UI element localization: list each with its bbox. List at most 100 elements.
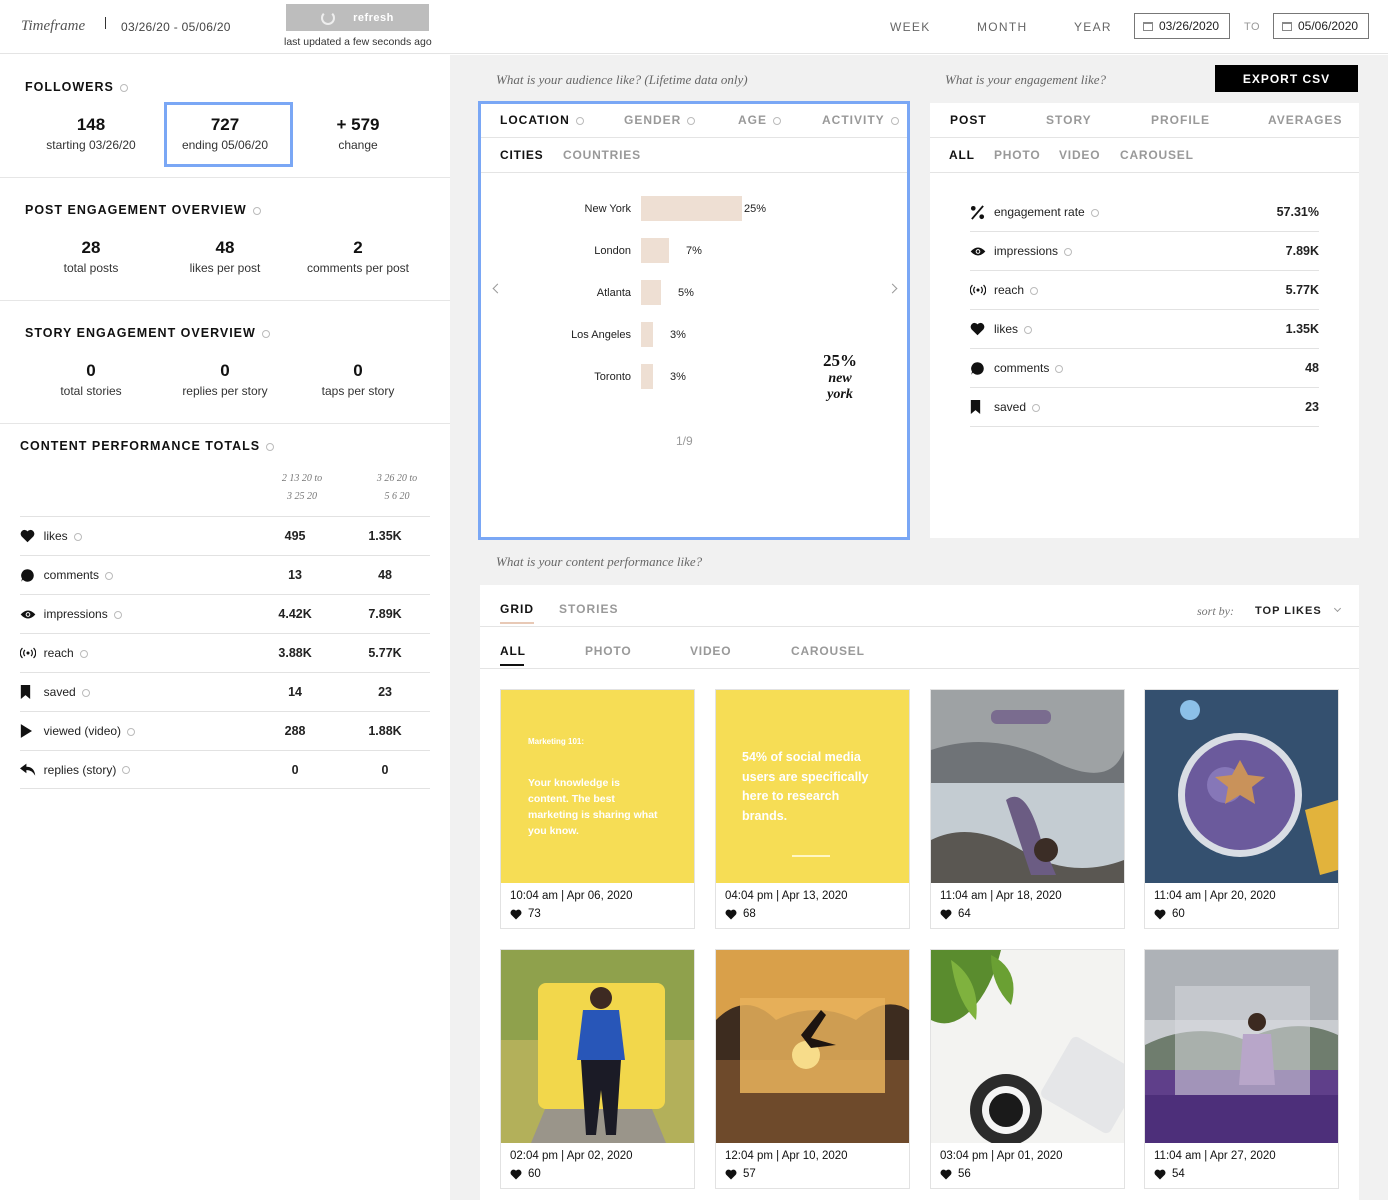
audience-question: What is your audience like? (Lifetime da… [496,72,748,87]
tab-post[interactable]: POST [950,113,987,127]
engagement-row: reach 5.77K [970,271,1319,310]
tab-stories[interactable]: STORIES [559,602,618,616]
post-meta: 02:04 pm | Apr 02, 2020 [510,1150,633,1162]
post-card[interactable]: 03:04 pm | Apr 01, 2020 56 [930,949,1125,1189]
divider [0,300,450,301]
info-icon[interactable] [266,442,275,451]
heart-icon [510,909,522,919]
info-icon[interactable] [1024,325,1033,334]
table-row: comments 13 48 [20,555,430,594]
heart-icon [1154,1169,1166,1179]
engagement-row: saved 23 [970,388,1319,427]
subtab-carousel[interactable]: CAROUSEL [791,644,865,658]
info-icon[interactable] [73,532,82,541]
sort-select[interactable]: TOP LIKES [1255,605,1322,617]
post-meta: 12:04 pm | Apr 10, 2020 [725,1150,848,1162]
engagement-question: What is your engagement like? [945,72,1107,87]
calendar-icon [1143,21,1153,31]
date-from-input[interactable]: 03/26/2020 [1134,13,1230,39]
post-card[interactable]: 11:04 am | Apr 18, 2020 64 [930,689,1125,929]
post-image [501,950,694,1143]
refresh-button[interactable]: refresh [286,4,429,31]
post-card[interactable]: Marketing 101: Your knowledge is content… [500,689,695,929]
heart-icon [940,909,952,919]
post-image: 54% of social media users are specifical… [716,690,909,883]
date-to-value: 05/06/2020 [1298,19,1359,33]
post-card[interactable]: 02:04 pm | Apr 02, 2020 60 [500,949,695,1189]
eye-icon [970,247,986,255]
post-image [716,950,909,1143]
info-icon[interactable] [1064,247,1073,256]
followers-starting: 148 starting 03/26/20 [46,115,136,152]
subtab-carousel[interactable]: CAROUSEL [1120,148,1194,162]
post-text-body: Your knowledge is content. The best mark… [528,777,658,837]
post-meta: 11:04 am | Apr 18, 2020 [940,890,1062,902]
divider [105,17,106,29]
info-icon[interactable] [122,766,131,775]
subtab-all[interactable]: ALL [949,148,975,162]
subtab-all[interactable]: ALL [500,644,526,658]
likes-per-post-stat: 48 likes per post [189,238,261,275]
tab-grid[interactable]: GRID [500,602,534,616]
post-card[interactable]: 54% of social media users are specifical… [715,689,910,929]
date-from-value: 03/26/2020 [1159,19,1220,33]
replies-per-story-stat: 0 replies per story [182,361,268,398]
info-icon[interactable] [81,688,90,697]
post-card[interactable]: 11:04 am | Apr 20, 2020 60 [1144,689,1339,929]
heart-icon [20,529,35,543]
subtab-video[interactable]: VIDEO [690,644,731,658]
date-to-input[interactable]: 05/06/2020 [1273,13,1369,39]
subtab-video[interactable]: VIDEO [1059,148,1100,162]
total-stories-stat: 0 total stories [60,361,122,398]
info-icon[interactable] [79,649,88,658]
period-1-header: 2 13 20 to 3 25 20 [281,473,323,502]
divider [480,668,1359,669]
refresh-icon [321,10,336,25]
highlight-outline [164,102,293,167]
info-icon[interactable] [1055,364,1064,373]
active-subtab-underline [500,664,524,666]
left-panel: FOLLOWERS 148 starting 03/26/20 727 ending… [0,55,450,1200]
divider [480,626,1359,627]
info-icon[interactable] [113,610,122,619]
story-engagement-title: STORY ENGAGEMENT OVERVIEW [25,326,270,340]
info-icon[interactable] [127,727,136,736]
table-row: likes 495 1.35K [20,516,430,555]
info-icon[interactable] [1032,403,1041,412]
post-card[interactable]: 11:04 am | Apr 27, 2020 54 [1144,949,1339,1189]
range-year-button[interactable]: YEAR [1074,20,1112,34]
info-icon[interactable] [1030,286,1039,295]
info-icon[interactable] [105,571,114,580]
post-meta: 10:04 am | Apr 06, 2020 [510,890,633,902]
subtab-photo[interactable]: PHOTO [994,148,1040,162]
post-image [1145,690,1338,883]
post-text-body: 54% of social media users are specifical… [742,750,869,823]
info-icon[interactable] [119,83,128,92]
divider [0,423,450,424]
divider [930,172,1359,173]
info-icon[interactable] [261,329,270,338]
engagement-row: engagement rate 57.31% [970,193,1319,232]
tab-averages[interactable]: AVERAGES [1268,113,1342,127]
timeframe-range: 03/26/20 - 05/06/20 [121,20,231,34]
post-meta: 11:04 am | Apr 27, 2020 [1154,1150,1276,1162]
comments-per-post-stat: 2 comments per post [306,238,410,275]
post-card[interactable]: 12:04 pm | Apr 10, 2020 57 [715,949,910,1189]
engagement-row: likes 1.35K [970,310,1319,349]
followers-section-title: FOLLOWERS [25,80,128,94]
range-week-button[interactable]: WEEK [890,20,931,34]
info-icon[interactable] [1090,208,1099,217]
export-csv-button[interactable]: EXPORT CSV [1215,65,1358,92]
info-icon[interactable] [252,206,261,215]
total-posts-stat: 28 total posts [63,238,119,275]
post-image [931,950,1124,1143]
post-likes: 54 [1154,1168,1185,1180]
tab-profile[interactable]: PROFILE [1151,113,1210,127]
refresh-label: refresh [353,11,394,24]
content-totals-title: CONTENT PERFORMANCE TOTALS [20,439,275,453]
range-month-button[interactable]: MONTH [977,20,1028,34]
heart-icon [970,322,985,336]
tab-story[interactable]: STORY [1046,113,1092,127]
subtab-photo[interactable]: PHOTO [585,644,631,658]
post-image: Marketing 101: Your knowledge is content… [501,690,694,883]
